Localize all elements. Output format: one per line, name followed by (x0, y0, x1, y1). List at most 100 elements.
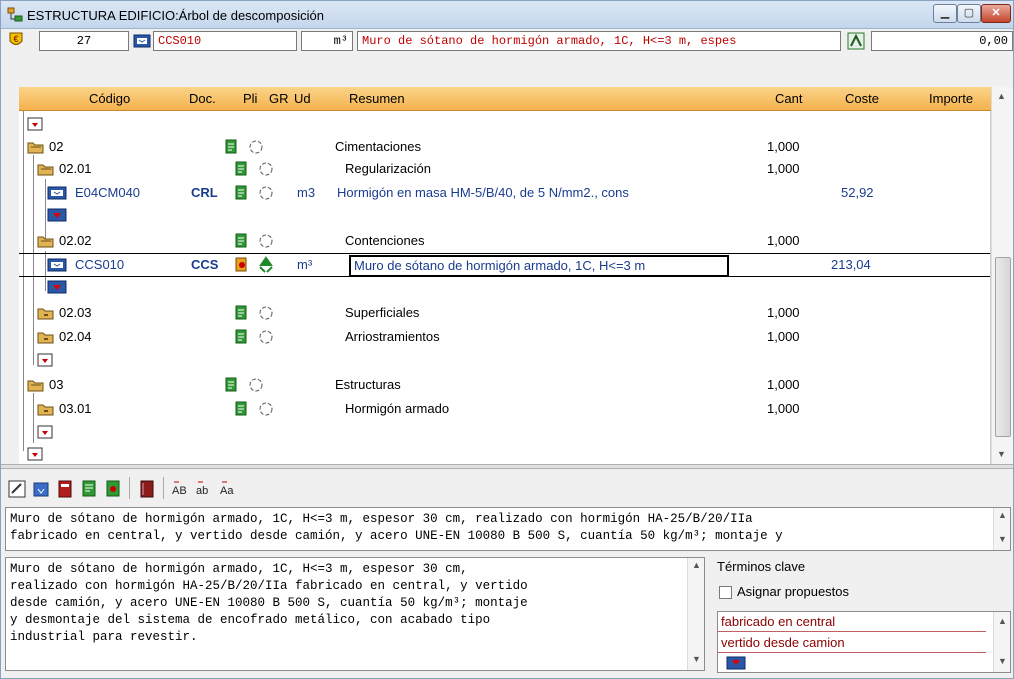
end-marker-icon (37, 353, 53, 367)
row-cant: 1,000 (767, 139, 800, 154)
grid-header: Código Doc. Pli GR Ud Resumen Cant Coste… (19, 87, 1013, 111)
document-green-icon (235, 233, 247, 248)
column-header-doc[interactable]: Doc. (189, 91, 216, 106)
euro-shield-icon[interactable]: € (7, 31, 25, 49)
tree-row[interactable]: 02.01 Regularización 1,000 (19, 157, 990, 181)
scroll-up-icon[interactable]: ▲ (997, 91, 1006, 101)
tree-row[interactable]: 02 Cimentaciones 1,000 (19, 135, 990, 159)
unit-field[interactable]: m³ (301, 31, 353, 51)
toolbar-separator (129, 477, 130, 499)
item-type-icon[interactable] (133, 32, 151, 50)
recycle-green-icon (259, 256, 273, 273)
column-header-resumen[interactable]: Resumen (349, 91, 405, 106)
row-resumen: Regularización (345, 161, 431, 176)
tree-row[interactable]: 02.03 Superficiales 1,000 (19, 301, 990, 325)
row-cant: 1,000 (767, 305, 800, 320)
short-description-text[interactable]: Muro de sótano de hormigón armado, 1C, H… (5, 507, 1011, 551)
edit-text-icon[interactable] (7, 479, 27, 499)
long-description-scrollbar[interactable]: ▲ ▼ (687, 558, 704, 670)
row-resumen: Cimentaciones (335, 139, 421, 154)
document-euro-icon[interactable] (103, 479, 123, 499)
line-number-field[interactable]: 27 (39, 31, 129, 51)
column-header-cant[interactable]: Cant (775, 91, 802, 106)
row-code: 03 (49, 377, 64, 392)
minimize-button[interactable]: ▁ (933, 4, 957, 23)
column-header-importe[interactable]: Importe (929, 91, 973, 106)
decomposition-tree[interactable]: 02 Cimentaciones 1,000 02.01 Regularizac… (19, 111, 991, 464)
code-field[interactable]: CCS010 (153, 31, 297, 51)
lowercase-icon[interactable]: ab (195, 479, 215, 499)
value-field[interactable]: 0,00 (871, 31, 1013, 51)
scroll-down-icon[interactable]: ▼ (998, 534, 1007, 544)
long-description-text[interactable]: Muro de sótano de hormigón armado, 1C, H… (5, 557, 705, 671)
svg-text:ab: ab (196, 485, 208, 497)
folder-open-icon (27, 380, 44, 392)
end-marker-icon (27, 117, 43, 131)
column-header-gr[interactable]: GR (269, 91, 289, 106)
column-header-coste[interactable]: Coste (845, 91, 879, 106)
import-icon[interactable] (31, 479, 51, 499)
title-bar[interactable]: ESTRUCTURA EDIFICIO:Árbol de descomposic… (1, 1, 1013, 29)
recycle-icon (259, 234, 273, 248)
scroll-down-icon[interactable]: ▼ (997, 449, 1006, 459)
keyword-item[interactable]: fabricado en central (718, 612, 986, 632)
tree-row[interactable] (19, 349, 990, 369)
book-icon[interactable] (137, 479, 157, 499)
tree-row[interactable]: 02.04 Arriostramientos 1,000 (19, 325, 990, 349)
folder-open-icon (37, 164, 54, 176)
folder-open-icon (27, 142, 44, 154)
keywords-scrollbar[interactable]: ▲ ▼ (993, 612, 1010, 672)
tree-row[interactable]: 03 Estructuras 1,000 (19, 373, 990, 397)
recycle-icon (259, 306, 273, 320)
column-header-ud[interactable]: Ud (294, 91, 311, 106)
column-header-pli[interactable]: Pli (243, 91, 257, 106)
scroll-down-icon[interactable]: ▼ (692, 654, 701, 664)
recycle-icon (259, 186, 273, 200)
summary-field[interactable]: Muro de sótano de hormigón armado, 1C, H… (357, 31, 841, 51)
document-euro-icon (235, 257, 247, 272)
row-coste: 213,04 (831, 257, 871, 272)
document-green-icon (235, 305, 247, 320)
row-doc: CRL (191, 185, 218, 200)
scroll-thumb[interactable] (995, 257, 1011, 437)
assign-proposed-label[interactable]: Asignar propuestos (737, 584, 849, 599)
short-description-scrollbar[interactable]: ▲ ▼ (993, 508, 1010, 550)
book-red-icon[interactable] (55, 479, 75, 499)
tree-row[interactable] (19, 113, 990, 137)
tree-row[interactable] (19, 205, 990, 225)
keyword-item[interactable]: vertido desde camion (718, 633, 986, 653)
folder-closed-icon (37, 332, 54, 344)
scroll-up-icon[interactable]: ▲ (692, 560, 701, 570)
main-window: ESTRUCTURA EDIFICIO:Árbol de descomposic… (0, 0, 1014, 679)
keywords-list[interactable]: fabricado en central vertido desde camio… (717, 611, 1011, 673)
recycle-icon (249, 378, 263, 392)
assign-proposed-checkbox[interactable] (719, 586, 732, 599)
tree-row[interactable]: E04CM040 CRL m3 Hormigón en masa HM-5/B/… (19, 181, 990, 205)
tree-row[interactable] (19, 277, 990, 297)
tree-row[interactable]: 03.01 Hormigón armado 1,000 (19, 397, 990, 421)
maximize-button[interactable]: ▢ (957, 4, 981, 23)
uppercase-icon[interactable]: AB (171, 479, 191, 499)
window-title: ESTRUCTURA EDIFICIO:Árbol de descomposic… (27, 8, 324, 23)
tree-row[interactable]: 02.02 Contenciones 1,000 (19, 229, 990, 253)
svg-text:AB: AB (172, 485, 187, 497)
tree-row[interactable] (19, 421, 990, 441)
scroll-up-icon[interactable]: ▲ (998, 510, 1007, 520)
scroll-up-icon[interactable]: ▲ (998, 616, 1007, 626)
end-marker-icon (37, 425, 53, 439)
tree-row[interactable] (19, 443, 990, 463)
row-resumen: Hormigón en masa HM-5/B/40, de 5 N/mm2.,… (337, 185, 629, 200)
tree-scrollbar[interactable]: ▲ ▼ (991, 87, 1013, 464)
document-green-icon[interactable] (79, 479, 99, 499)
row-code: CCS010 (75, 257, 125, 272)
end-marker-icon (47, 280, 67, 294)
close-button[interactable]: ✕ (981, 4, 1011, 23)
tree-row-selected[interactable]: CCS010 CCS m³ Muro de sótano de hormigón… (19, 253, 990, 277)
svg-text:€: € (13, 34, 18, 44)
document-green-icon (235, 329, 247, 344)
column-header-codigo[interactable]: Código (89, 91, 130, 106)
scroll-down-icon[interactable]: ▼ (998, 656, 1007, 666)
capitalize-icon[interactable]: Aa (219, 479, 239, 499)
sort-icon[interactable] (847, 32, 865, 50)
resumen-editor[interactable]: Muro de sótano de hormigón armado, 1C, H… (349, 255, 729, 277)
